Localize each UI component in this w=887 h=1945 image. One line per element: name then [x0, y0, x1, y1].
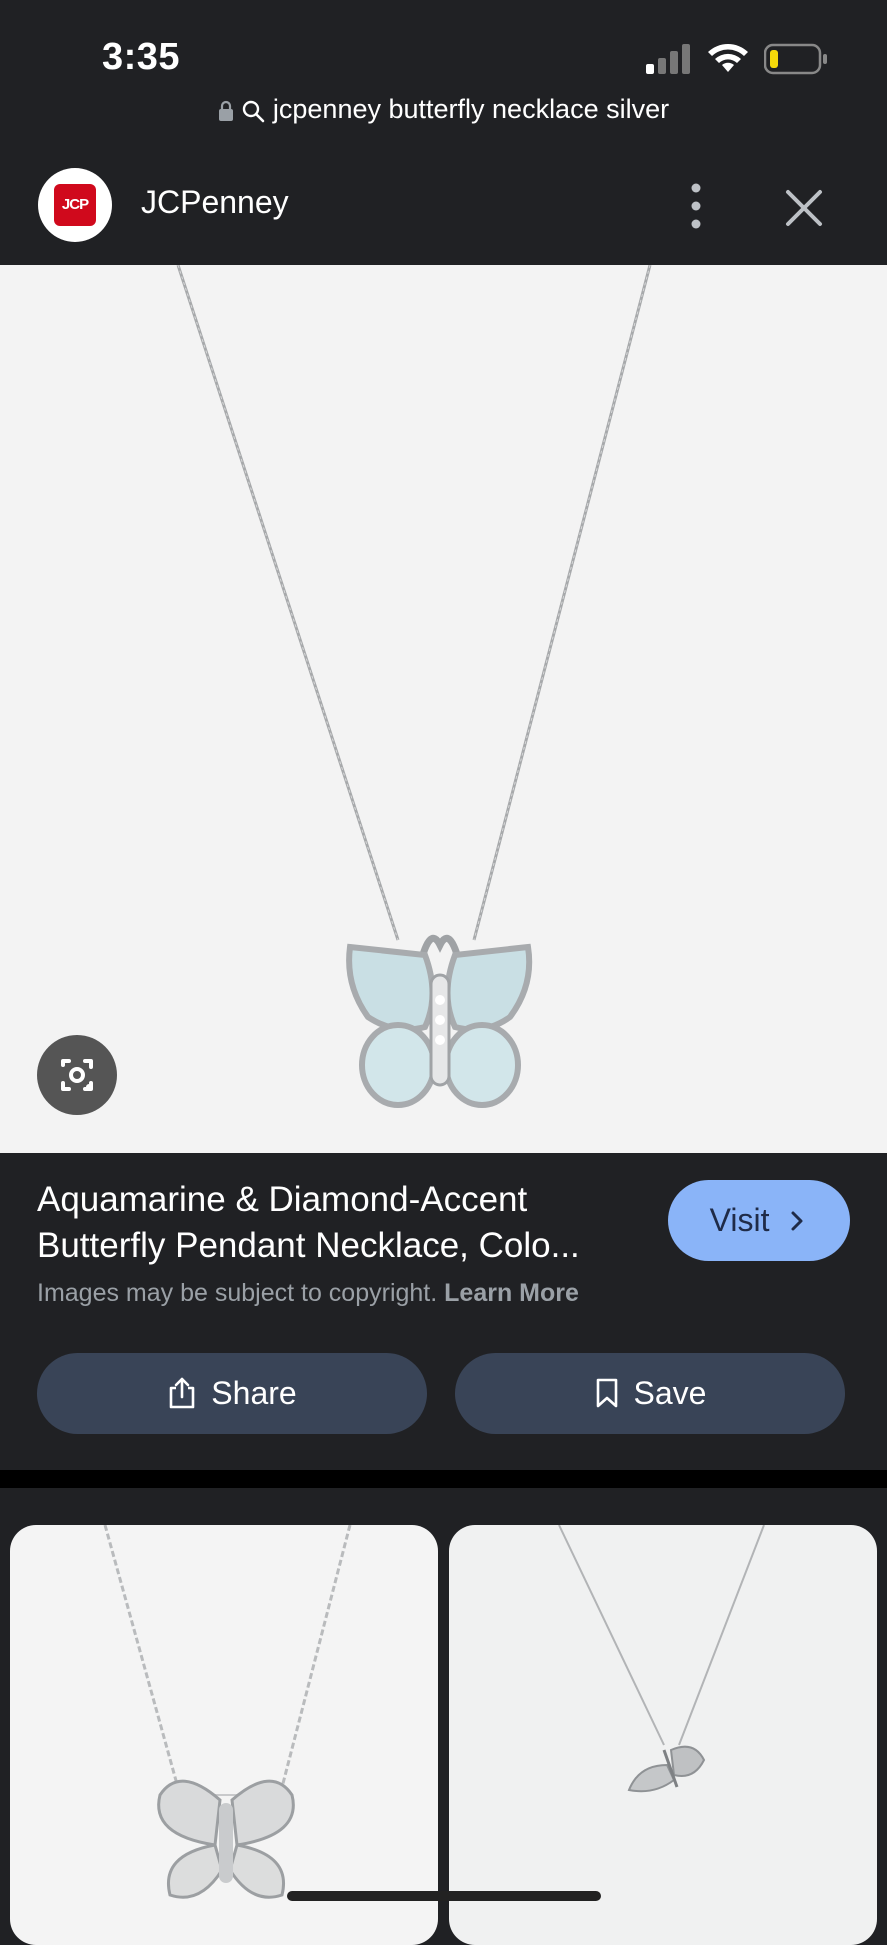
home-indicator[interactable] [287, 1891, 601, 1901]
source-name[interactable]: JCPenney [141, 184, 289, 221]
source-header: JCP JCPenney [0, 148, 887, 265]
chevron-right-icon [791, 1211, 803, 1231]
product-image[interactable] [0, 265, 887, 1153]
status-time: 3:35 [102, 36, 181, 78]
lens-icon [61, 1059, 93, 1091]
related-necklace-image [558, 1525, 765, 1793]
section-divider [0, 1470, 887, 1488]
learn-more-link[interactable]: Learn More [444, 1279, 579, 1307]
related-necklace-image [103, 1525, 352, 1899]
necklace-image [176, 265, 652, 1108]
battery-icon [764, 43, 827, 75]
copyright-text: Images may be subject to copyright. [37, 1279, 438, 1307]
google-lens-button[interactable] [37, 1035, 117, 1115]
save-label: Save [633, 1375, 707, 1411]
info-panel: Aquamarine & Diamond-Accent Butterfly Pe… [0, 1153, 887, 1470]
related-result-card[interactable] [10, 1525, 438, 1945]
related-results [0, 1488, 887, 1945]
save-button[interactable]: Save [455, 1353, 845, 1434]
copyright-notice: Images may be subject to copyright. Lear… [37, 1279, 579, 1308]
share-label: Share [211, 1375, 297, 1411]
jcp-logo-text: JCP [54, 184, 96, 226]
product-title[interactable]: Aquamarine & Diamond-Accent Butterfly Pe… [37, 1177, 637, 1269]
share-icon [169, 1377, 195, 1408]
visit-label: Visit [709, 1202, 770, 1238]
cellular-signal-icon [646, 44, 690, 74]
visit-button[interactable]: Visit [668, 1180, 850, 1261]
close-icon[interactable] [778, 182, 830, 234]
more-vert-icon[interactable] [676, 178, 716, 234]
related-result-card[interactable] [449, 1525, 877, 1945]
url-bar[interactable]: jcpenney butterfly necklace silver [0, 94, 887, 125]
lock-icon [218, 100, 233, 121]
wifi-icon [708, 44, 748, 72]
url-text: jcpenney butterfly necklace silver [272, 94, 670, 124]
share-button[interactable]: Share [37, 1353, 427, 1434]
status-bar: 3:35 jcpenney butterfly necklace silver [0, 0, 887, 148]
search-icon [243, 100, 265, 123]
bookmark-icon [596, 1378, 617, 1407]
source-logo[interactable]: JCP [38, 168, 112, 242]
